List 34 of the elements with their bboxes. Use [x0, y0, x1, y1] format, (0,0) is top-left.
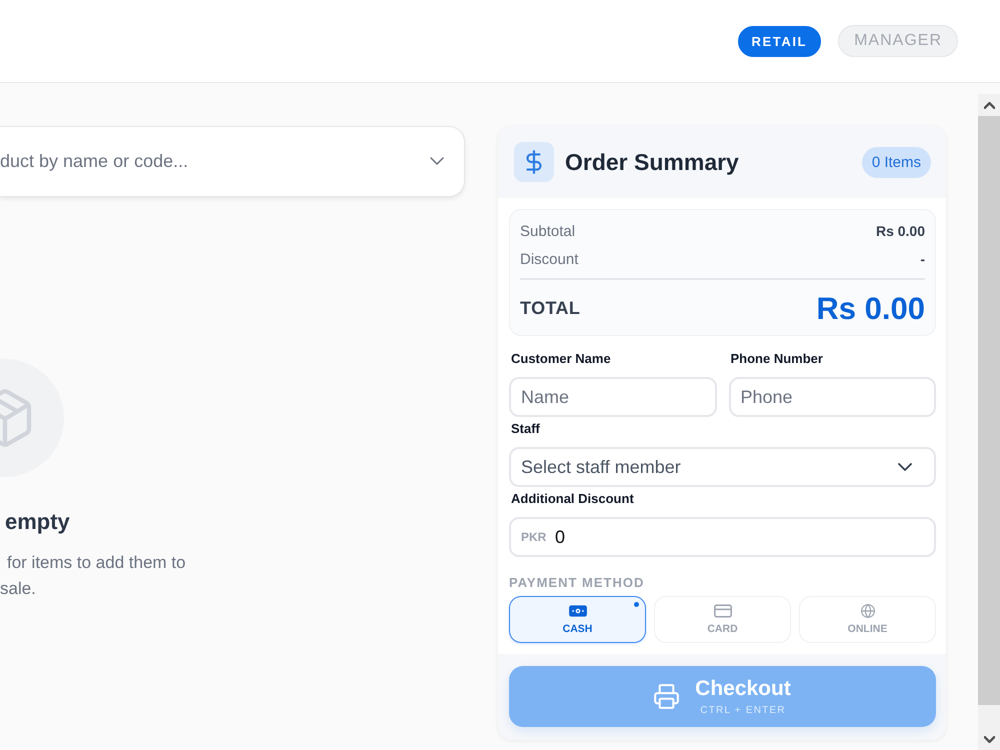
field-label: Additional Discount: [511, 491, 634, 507]
summary-value: Rs 0.00: [876, 223, 925, 239]
empty-state-text: for items to add them to sale.: [0, 552, 186, 600]
total-value: Rs 0.00: [816, 290, 925, 326]
payment-method-button[interactable]: CARD: [654, 596, 791, 643]
credit-card-icon: [714, 604, 732, 618]
field-label: Staff: [511, 421, 540, 437]
selection-dot-icon: [634, 602, 639, 607]
summary-label: Discount: [520, 250, 578, 268]
field-label: Phone Number: [730, 351, 823, 367]
section-heading: PAYMENT METHOD: [509, 575, 644, 591]
order-summary-title: Order Summary: [565, 148, 739, 176]
payment-method-button[interactable]: CASH: [509, 596, 646, 643]
banknote-icon: [568, 604, 586, 618]
chevron-down-icon[interactable]: [430, 157, 444, 165]
item-count-badge: 0 Items: [862, 146, 931, 178]
currency-prefix: PKR: [521, 530, 546, 544]
product-search-field[interactable]: duct by name or code...: [0, 126, 465, 197]
chevron-down-icon: [898, 463, 912, 471]
payment-method-button[interactable]: ONLINE: [799, 596, 936, 643]
printer-icon: [654, 684, 680, 709]
chevron-down-icon: [984, 736, 994, 742]
field-label: Customer Name: [511, 351, 611, 367]
summary-label: Subtotal: [520, 222, 576, 240]
total-label: TOTAL: [520, 298, 580, 319]
chevron-up-icon: [984, 102, 994, 108]
select-field[interactable]: Select staff member: [509, 447, 936, 487]
dollar-icon: [514, 142, 554, 182]
summary-value: -: [920, 251, 925, 267]
mode-tab[interactable]: RETAIL: [738, 26, 822, 56]
globe-icon: [858, 604, 876, 618]
empty-state-title: empty: [4, 508, 70, 536]
input-field[interactable]: Phone: [728, 377, 936, 417]
input-field[interactable]: Name: [509, 377, 716, 417]
